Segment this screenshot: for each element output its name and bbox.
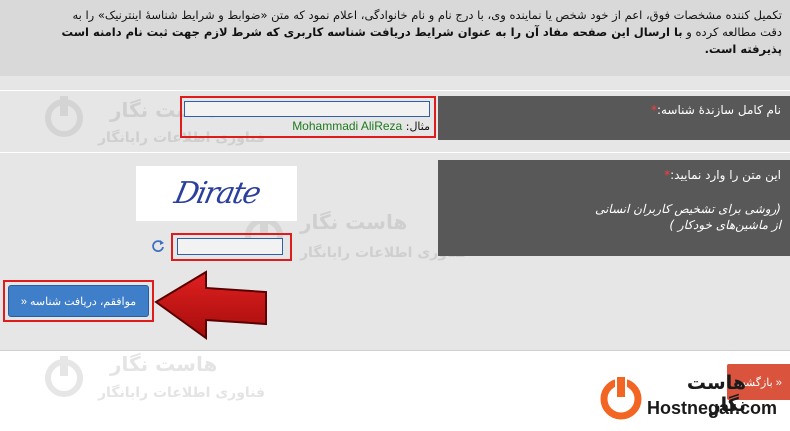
captcha-label-cell: این متن را وارد نمایید:* (روشی برای تشخی… [438, 160, 790, 256]
watermark-title-2: هاست نگار [300, 210, 408, 234]
refresh-icon [152, 240, 164, 252]
refresh-captcha-icon[interactable] [151, 239, 165, 253]
creator-label: نام کامل سازندهٔ شناسه: [656, 103, 781, 117]
notice-line-3: پذیرفته است. [6, 41, 782, 58]
captcha-image-text: Dirate [170, 176, 263, 211]
arrow-left-icon [154, 270, 267, 340]
notice-line-1: تکمیل کننده مشخصات فوق، اعم از خود شخص ی… [72, 8, 782, 22]
captcha-help-1: (روشی برای تشخیص کاربران انسانی [594, 202, 781, 216]
watermark-title-3: هاست نگار [110, 352, 218, 376]
notice-line-2: دقت مطالعه کرده و با ارسال این صفحه مفاد… [6, 24, 782, 41]
pointer-arrow [150, 266, 272, 346]
terms-notice: تکمیل کننده مشخصات فوق، اعم از خود شخص ی… [0, 0, 790, 76]
power-logo-icon [600, 375, 642, 420]
watermark-logo-3 [40, 352, 88, 400]
notice-line-2-normal: دقت مطالعه کرده و [686, 25, 782, 39]
watermark-subtitle-3: فناوری اطلاعات رایانگار [98, 385, 266, 401]
creator-example: مثال: Mohammadi AliReza [184, 119, 430, 135]
example-value: Mohammadi AliReza [292, 119, 403, 133]
captcha-input[interactable] [177, 238, 283, 255]
agree-submit-button[interactable]: موافقم، دریافت شناسه « [8, 285, 149, 317]
example-prefix: مثال: [405, 120, 430, 133]
captcha-image: Dirate [136, 166, 297, 221]
watermark-power-icon-3 [45, 356, 83, 397]
row-divider-1 [0, 90, 790, 91]
watermark-power-icon [45, 96, 83, 137]
notice-line-3-bold: پذیرفته است. [704, 42, 782, 56]
watermark-logo [40, 92, 88, 140]
creator-label-cell: نام کامل سازندهٔ شناسه:* [438, 96, 790, 140]
captcha-help-2: از ماشین‌های خودکار ) [669, 218, 781, 232]
row-divider-2 [0, 152, 790, 153]
notice-line-2-bold: با ارسال این صفحه مفاد آن را به عنوان شر… [61, 25, 683, 39]
captcha-label: این متن را وارد نمایید: [670, 168, 781, 182]
brand-name-en: Hostnegar.com [647, 398, 778, 418]
brand-logo [596, 372, 646, 422]
creator-name-input[interactable] [184, 101, 430, 117]
